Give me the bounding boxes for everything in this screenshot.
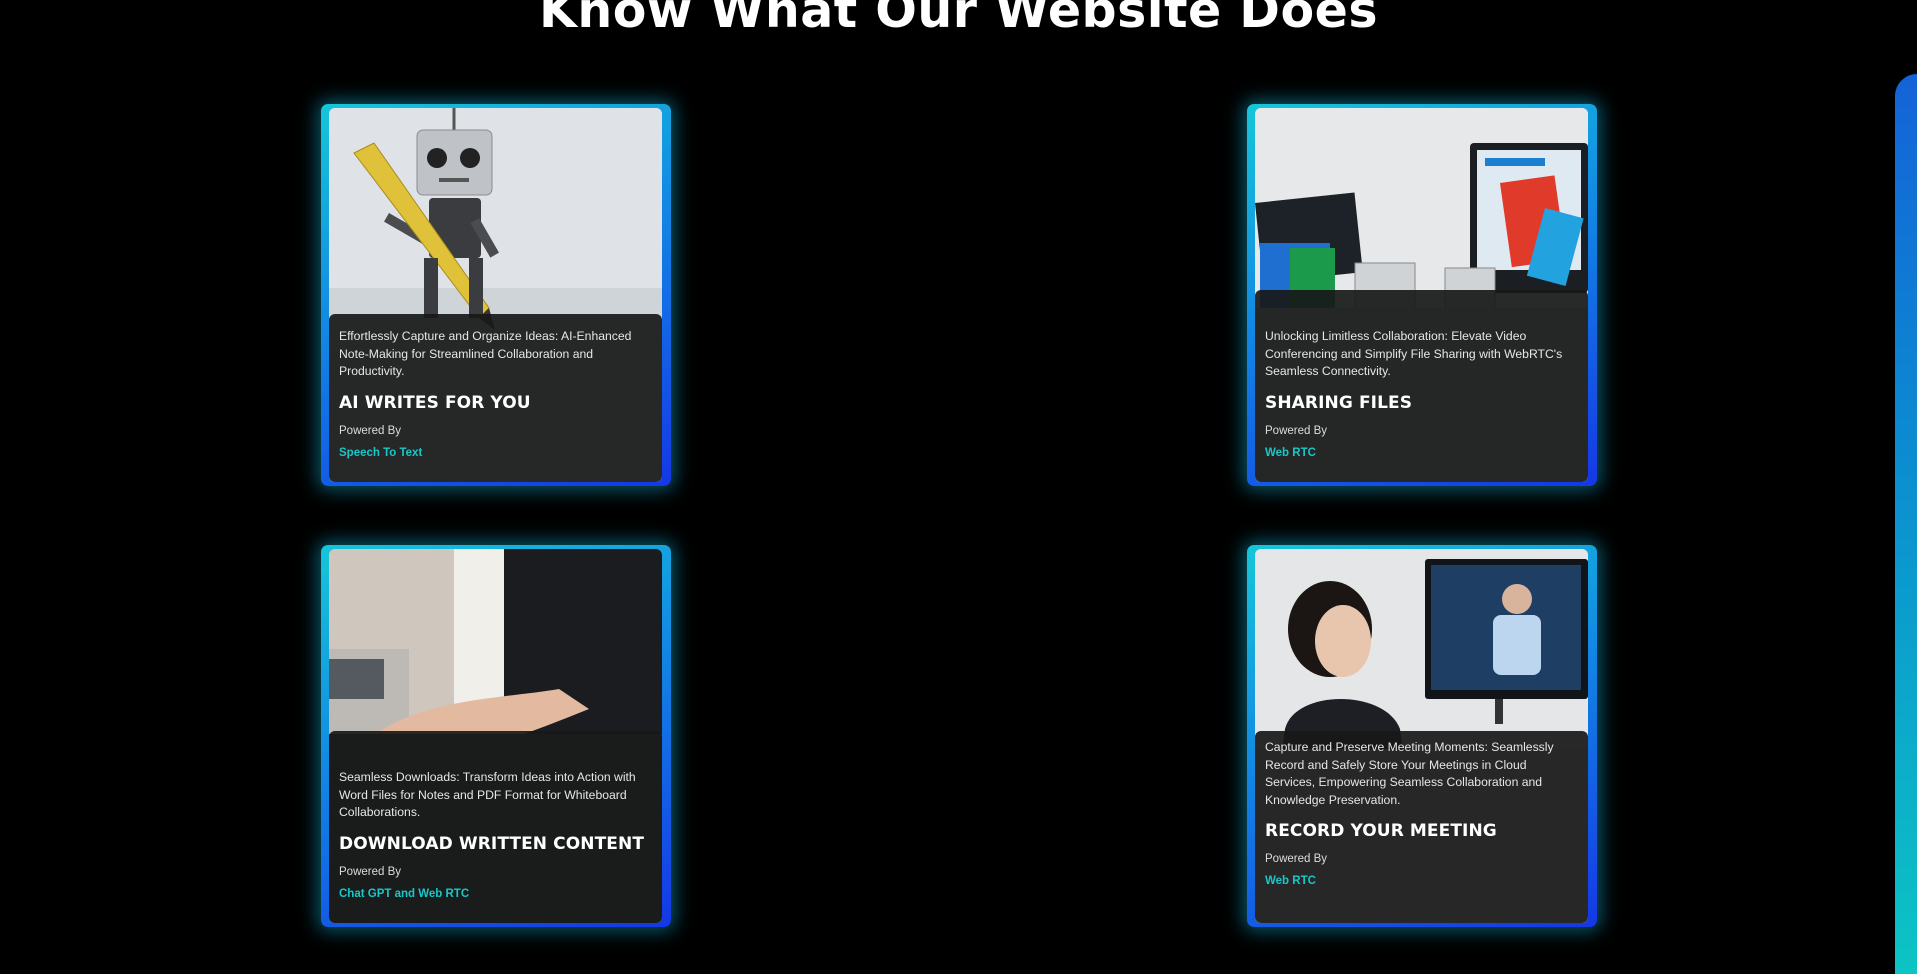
card-body: Effortlessly Capture and Organize Ideas:…	[329, 108, 662, 482]
card-body: Capture and Preserve Meeting Moments: Se…	[1255, 549, 1588, 923]
feature-card-sharing-files[interactable]: Unlocking Limitless Collaboration: Eleva…	[1247, 104, 1597, 486]
section-title: Know What Our Website Does	[538, 0, 1379, 39]
feature-card-ai-writes[interactable]: Effortlessly Capture and Organize Ideas:…	[321, 104, 671, 486]
card-description: Capture and Preserve Meeting Moments: Se…	[1265, 740, 1554, 807]
tech-link[interactable]: Web RTC	[1265, 875, 1578, 887]
card-title: DOWNLOAD WRITTEN CONTENT	[339, 833, 645, 854]
powered-by-label: Powered By	[1265, 424, 1328, 437]
powered-by-label: Powered By	[1265, 853, 1328, 865]
card-title: AI WRITES FOR YOU	[339, 392, 531, 413]
tech-link[interactable]: Web RTC	[1265, 447, 1578, 459]
card-info-panel: Capture and Preserve Meeting Moments: Se…	[1255, 731, 1588, 923]
card-title: RECORD YOUR MEETING	[1265, 821, 1497, 841]
card-title: SHARING FILES	[1265, 392, 1413, 413]
card-info-panel: Seamless Downloads: Transform Ideas into…	[329, 731, 662, 923]
powered-by-label: Powered By	[339, 865, 402, 878]
feature-card-download-content[interactable]: Seamless Downloads: Transform Ideas into…	[321, 545, 671, 927]
card-body: Unlocking Limitless Collaboration: Eleva…	[1255, 108, 1588, 482]
card-info-panel: Effortlessly Capture and Organize Ideas:…	[329, 314, 662, 482]
side-decoration	[1895, 74, 1917, 974]
powered-by-label: Powered By	[339, 424, 402, 437]
feature-card-record-meeting[interactable]: Capture and Preserve Meeting Moments: Se…	[1247, 545, 1597, 927]
tech-link[interactable]: Speech To Text	[339, 447, 652, 459]
card-description: Seamless Downloads: Transform Ideas into…	[339, 770, 636, 819]
card-description: Unlocking Limitless Collaboration: Eleva…	[1265, 329, 1563, 378]
card-info-panel: Unlocking Limitless Collaboration: Eleva…	[1255, 290, 1588, 482]
tech-link[interactable]: Chat GPT and Web RTC	[339, 888, 652, 900]
card-description: Effortlessly Capture and Organize Ideas:…	[339, 329, 632, 378]
card-body: Seamless Downloads: Transform Ideas into…	[329, 549, 662, 923]
